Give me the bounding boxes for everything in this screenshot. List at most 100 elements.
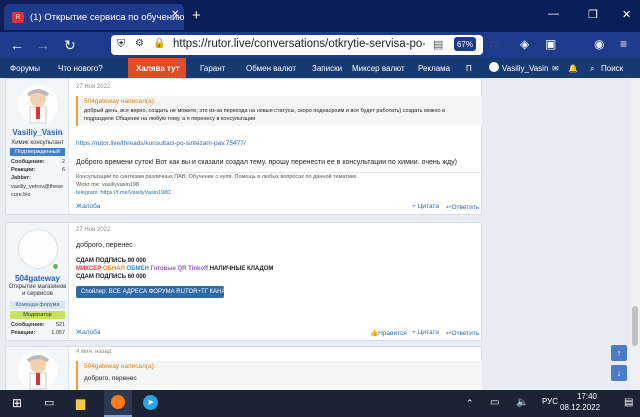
- windows-taskbar: ⊞ ▭ ▆ ➤ ⌃ ▭ 🔈 РУС 17:40 08.12.2022 ▤: [0, 390, 640, 417]
- file-explorer-icon[interactable]: ▆: [76, 396, 85, 410]
- ad-line: СДАМ ПОДПИСЬ 60 000: [76, 274, 146, 280]
- avatar[interactable]: [18, 85, 58, 125]
- menu-search[interactable]: Поиск: [601, 64, 623, 73]
- post-504gateway: 504gateway Открытие магазинов и сервисов…: [5, 222, 482, 341]
- signature-divider: [76, 172, 482, 173]
- search-icon[interactable]: ⌕: [590, 64, 594, 74]
- menu-mixer[interactable]: Миксер валют: [352, 64, 405, 73]
- reload-icon[interactable]: ↻: [64, 37, 76, 54]
- browser-nav-bar: ← → ↻ ⛨ ⚙ 🔒 https://rutor.live/conversat…: [0, 32, 640, 58]
- address-bar[interactable]: ⛨ ⚙ 🔒 https://rutor.live/conversations/o…: [111, 35, 499, 55]
- menu-user[interactable]: Vasiliy_Vasin: [502, 64, 548, 73]
- user-title: и сервисов: [22, 291, 53, 297]
- post-date[interactable]: 4 мин. назад: [76, 349, 111, 355]
- stat-jabber: Jabber:: [11, 175, 31, 181]
- hidden-icons-chevron-icon[interactable]: ⌃: [466, 398, 474, 409]
- close-tab-icon[interactable]: ✕: [171, 9, 179, 20]
- ad-line: СДАМ ПОДПИСЬ 90 000: [76, 258, 146, 264]
- tab-title: (1) Открытие сервиса по обучению: [30, 11, 184, 23]
- forward-icon[interactable]: →: [36, 37, 50, 53]
- menu-garant[interactable]: Гарант: [200, 64, 225, 73]
- menu-icon[interactable]: ≡: [620, 37, 627, 51]
- telegram-icon[interactable]: ➤: [143, 395, 158, 410]
- permissions-icon[interactable]: ⚙: [135, 38, 144, 49]
- post-vasiliy: Vasiliy_Vasin Химик консультант Подтверж…: [5, 78, 482, 215]
- scroll-up-button[interactable]: ↑: [611, 345, 627, 361]
- extension-icon[interactable]: ▣: [545, 37, 556, 51]
- menu-free[interactable]: Халява тут: [136, 64, 180, 73]
- notifications-icon[interactable]: ▤: [624, 397, 633, 408]
- reply-button[interactable]: ↩Ответить: [446, 329, 479, 337]
- alerts-icon[interactable]: 🔔: [568, 64, 578, 73]
- inbox-icon[interactable]: ✉: [552, 64, 559, 73]
- quote-author[interactable]: 504gateway написал(а):: [84, 98, 156, 105]
- user-avatar-icon[interactable]: [489, 62, 499, 72]
- back-icon[interactable]: ←: [10, 37, 24, 53]
- user-panel: Vasiliy_Vasin Химик консультант Подтверж…: [6, 79, 69, 214]
- quote-author[interactable]: 504gateway написал(а):: [84, 363, 156, 370]
- quote-line: подразделе Общение на любую тему, а я пе…: [84, 116, 256, 122]
- moderator-badge: Модератор: [10, 311, 65, 319]
- shield-icon[interactable]: ⛨: [117, 38, 125, 51]
- menu-whats-new[interactable]: Что нового?: [58, 64, 103, 73]
- post-date[interactable]: 27 Ноя 2022: [76, 227, 110, 233]
- reader-view-icon[interactable]: ▤: [433, 38, 443, 51]
- avatar[interactable]: [18, 351, 58, 390]
- team-badge: Команда форума: [10, 301, 65, 309]
- account-icon[interactable]: ◉: [594, 37, 604, 51]
- clock-time[interactable]: 17:40: [572, 392, 602, 401]
- network-icon[interactable]: ▭: [490, 397, 499, 408]
- scrollbar-thumb[interactable]: [632, 306, 638, 346]
- quote-block: 504gateway написал(а): доброго, перенес: [76, 361, 482, 390]
- page-scrollbar[interactable]: [630, 78, 640, 390]
- minimize-icon[interactable]: —: [548, 8, 559, 20]
- new-tab-button[interactable]: +: [192, 7, 201, 24]
- scroll-down-button[interactable]: ↓: [611, 365, 627, 381]
- menu-exchange[interactable]: Обмен валют: [246, 64, 296, 73]
- ad-line-colored[interactable]: МИКСЕР ОБНАЛ ОБМЕН Готовые QR Tinkoff НА…: [76, 266, 273, 272]
- stat-reactions: Реакции: 6: [11, 167, 65, 173]
- username[interactable]: 504gateway: [6, 274, 69, 283]
- task-view-icon[interactable]: ▭: [44, 396, 54, 409]
- stat-messages: Сообщения: 2: [11, 159, 65, 165]
- avatar[interactable]: [18, 229, 58, 269]
- menu-more[interactable]: П: [466, 64, 472, 73]
- menu-forums[interactable]: Форумы: [10, 64, 40, 73]
- online-status-icon: [52, 263, 59, 270]
- username[interactable]: Vasiliy_Vasin: [6, 128, 69, 137]
- restore-icon[interactable]: ❐: [588, 8, 598, 21]
- pocket-icon[interactable]: ◈: [520, 37, 529, 51]
- report-link[interactable]: Жалоба: [76, 329, 100, 336]
- quote-block: 504gateway написал(а): добрый день, все …: [76, 96, 482, 126]
- language-indicator[interactable]: РУС: [542, 397, 558, 406]
- post-date[interactable]: 27 Ноя 2022: [76, 84, 110, 90]
- favicon-icon: R: [12, 12, 24, 23]
- bookmark-star-icon[interactable]: ☆: [488, 37, 499, 51]
- clock-date[interactable]: 08.12.2022: [560, 403, 600, 412]
- signature-telegram[interactable]: telegram: https://t.me/VasiliyVasin1980: [76, 190, 170, 196]
- firefox-taskbar-item[interactable]: [104, 390, 132, 417]
- reply-button[interactable]: ↩Ответить: [446, 203, 479, 211]
- jabber-value: vasiliy_vetrov@thesecure.biz: [11, 184, 64, 198]
- post-body: 27 Ноя 2022 504gateway написал(а): добры…: [70, 79, 482, 214]
- windows-start-icon[interactable]: ⊞: [12, 396, 22, 410]
- menu-ads[interactable]: Реклама: [418, 64, 450, 73]
- window-close-icon[interactable]: ✕: [622, 8, 631, 21]
- browser-tab-bar: R (1) Открытие сервиса по обучению ✕ + —…: [0, 0, 640, 32]
- post-text: Доброго времени суток! Вот как вы и сказ…: [76, 159, 457, 166]
- thread-link[interactable]: https://rutor.live/threads/konsultaci-po…: [76, 140, 246, 147]
- volume-icon[interactable]: 🔈: [516, 397, 528, 408]
- quote-button[interactable]: + Цитата: [412, 329, 439, 336]
- quote-button[interactable]: + Цитата: [412, 203, 439, 210]
- lock-icon[interactable]: 🔒: [153, 38, 165, 49]
- post-text: доброго, перенес: [76, 242, 133, 249]
- stat-reactions: Реакции: 1.057: [11, 330, 65, 336]
- zoom-indicator[interactable]: 67%: [454, 37, 476, 51]
- signature-line: Консультации по синтезам различных ПАВ. …: [76, 174, 359, 180]
- menu-notes[interactable]: Записки: [312, 64, 342, 73]
- verified-badge: Подтвержденный: [10, 148, 65, 156]
- report-link[interactable]: Жалоба: [76, 203, 100, 210]
- spoiler-button[interactable]: Спойлер: ВСЕ АДРЕСА ФОРУМА RUTOR+TГ КАНА…: [76, 286, 230, 298]
- like-button[interactable]: 👍Нравится: [370, 329, 407, 337]
- browser-tab[interactable]: R (1) Открытие сервиса по обучению: [4, 4, 184, 30]
